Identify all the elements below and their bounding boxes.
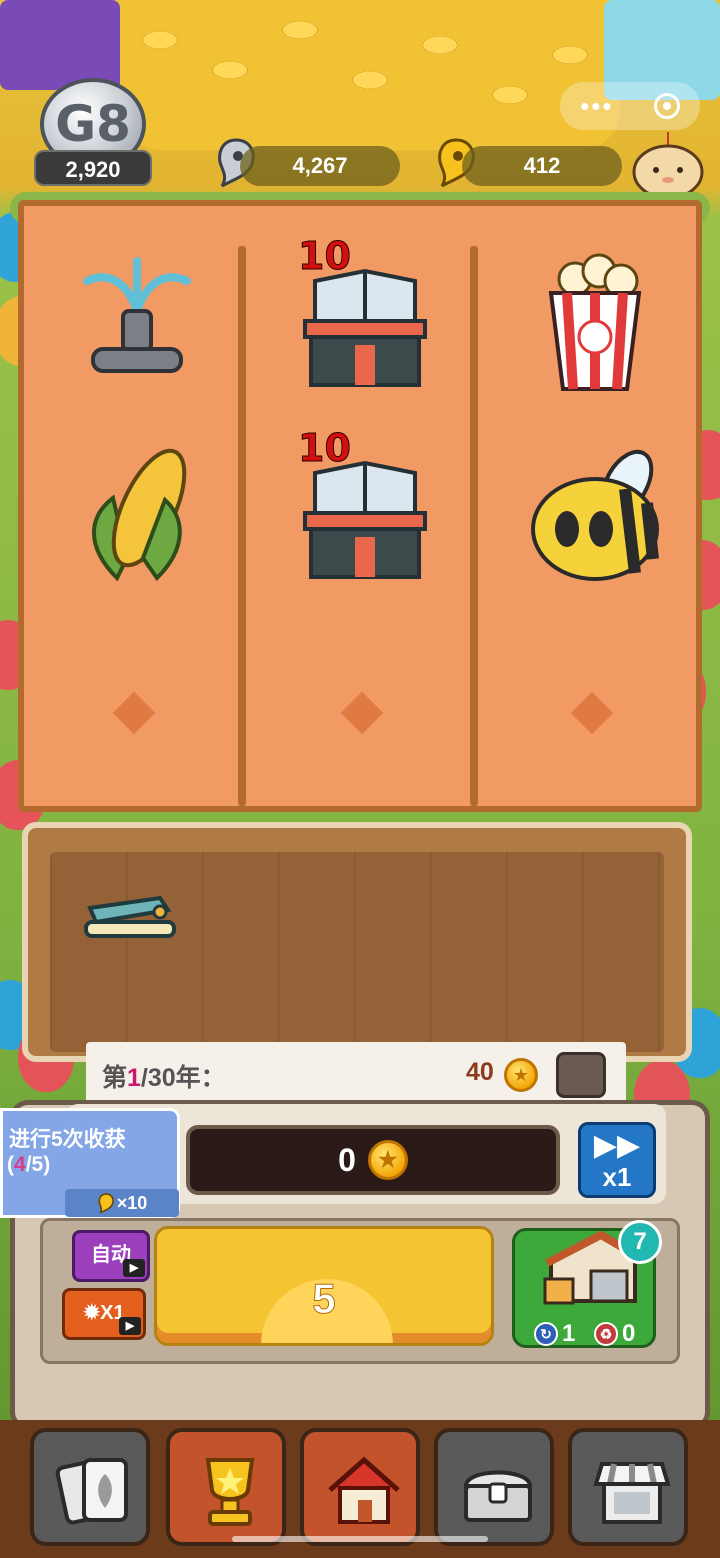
quest-progress-close: /5): [25, 1153, 51, 1176]
recycle-count: 0: [622, 1320, 636, 1347]
harvest-total-display: 0 ★: [186, 1125, 560, 1195]
treasure-chest-icon[interactable]: [556, 1052, 606, 1098]
quest-progress-current: 4: [14, 1153, 26, 1176]
auto-harvest-button[interactable]: 自动 ▶: [72, 1230, 150, 1282]
silver-currency-counter: 4,267: [240, 146, 400, 186]
plot-slot[interactable]: [48, 428, 226, 598]
trophy-icon: [205, 1458, 255, 1526]
speed-button[interactable]: ▶▶ x1: [578, 1122, 656, 1198]
refresh-icon: ↻: [534, 1322, 558, 1346]
nav-cards-button[interactable]: [30, 1428, 150, 1546]
shop-icon: [593, 1462, 671, 1524]
gold-currency-counter: 412: [462, 146, 622, 186]
quest-card[interactable]: 进行5次收获 (4/5) ×10: [0, 1108, 180, 1218]
plot-column-2: 10 10: [256, 206, 474, 806]
storage-tray-floor: [50, 852, 664, 1052]
item-count: 10: [298, 234, 352, 279]
year-suffix: /30年：: [140, 1064, 226, 1092]
harvest-total: 0: [338, 1141, 356, 1178]
empty-slot-marker: [570, 691, 614, 735]
quest-reward-amount: ×10: [116, 1192, 148, 1213]
coin-icon: ★: [367, 1140, 408, 1180]
mini-program-capsule[interactable]: •••: [560, 82, 700, 130]
bee-icon: [531, 449, 659, 581]
nav-trophy-button[interactable]: [166, 1428, 286, 1546]
plot-slot[interactable]: 10: [276, 234, 454, 406]
harvest-count: 5: [312, 1275, 336, 1323]
corn-icon: [92, 448, 187, 582]
nav-shop-button[interactable]: [568, 1428, 688, 1546]
coin-icon: ★: [504, 1058, 538, 1092]
home-icon: [328, 1456, 400, 1524]
speed-label: x1: [602, 1162, 632, 1192]
gift-box-left: [0, 0, 120, 90]
plot-slot[interactable]: [506, 236, 684, 406]
fast-forward-icon: ▶▶: [593, 1129, 641, 1162]
sprinkler-icon: [83, 257, 191, 373]
quest-progress-open: (: [7, 1153, 14, 1176]
plot-slot[interactable]: [506, 428, 684, 598]
year-progress-bar: 第1/30年： 40 ★: [86, 1042, 626, 1108]
boost-multiplier-button[interactable]: ✹X1 ▶: [62, 1288, 146, 1340]
popcorn-icon: [548, 253, 642, 391]
refresh-count: 1: [562, 1320, 576, 1347]
quest-reward: ×10: [65, 1189, 179, 1217]
item-count: 10: [298, 426, 352, 471]
player-level-badge[interactable]: G8 2,920: [34, 78, 152, 188]
home-indicator: [232, 1536, 488, 1542]
year-prefix: 第: [102, 1064, 128, 1092]
recycle-icon: ♻: [594, 1322, 618, 1346]
quest-title: 进行5次收获: [9, 1128, 126, 1151]
empty-slot-marker: [112, 691, 156, 735]
video-ad-icon: ▶: [119, 1317, 141, 1335]
treasure-chest-icon: [463, 1470, 533, 1522]
plot-column-3: [486, 206, 704, 806]
close-target-icon[interactable]: [653, 93, 680, 119]
video-ad-icon: ▶: [123, 1259, 145, 1277]
quest-progress: (4/5): [7, 1153, 50, 1177]
recycle-stat: ♻ 0: [594, 1320, 635, 1348]
nav-home-button[interactable]: [300, 1428, 420, 1546]
nav-chest-button[interactable]: [434, 1428, 554, 1546]
plot-slot[interactable]: 10: [276, 426, 454, 598]
harvest-button[interactable]: 5: [154, 1226, 494, 1346]
level-score: 2,920: [34, 150, 152, 186]
stapler-icon[interactable]: [80, 878, 180, 948]
coin-pile-decoration: [120, 0, 620, 150]
plot-column-1: [28, 206, 246, 806]
year-label: 第1/30年：: [102, 1058, 226, 1094]
year-reward-amount: 40: [466, 1058, 494, 1086]
plot-board: 10 10: [18, 200, 702, 812]
year-current: 1: [127, 1064, 141, 1092]
gear-icon: ✹: [83, 1302, 101, 1324]
warehouse-count-badge: 7: [618, 1220, 662, 1264]
storage-tray: [22, 822, 692, 1062]
plot-slot[interactable]: [48, 236, 226, 406]
cards-icon: [55, 1458, 128, 1525]
empty-slot-marker: [340, 691, 384, 735]
refresh-stat: ↻ 1: [534, 1320, 575, 1348]
gold-seed-icon: [98, 1193, 114, 1214]
more-icon[interactable]: •••: [580, 91, 613, 122]
